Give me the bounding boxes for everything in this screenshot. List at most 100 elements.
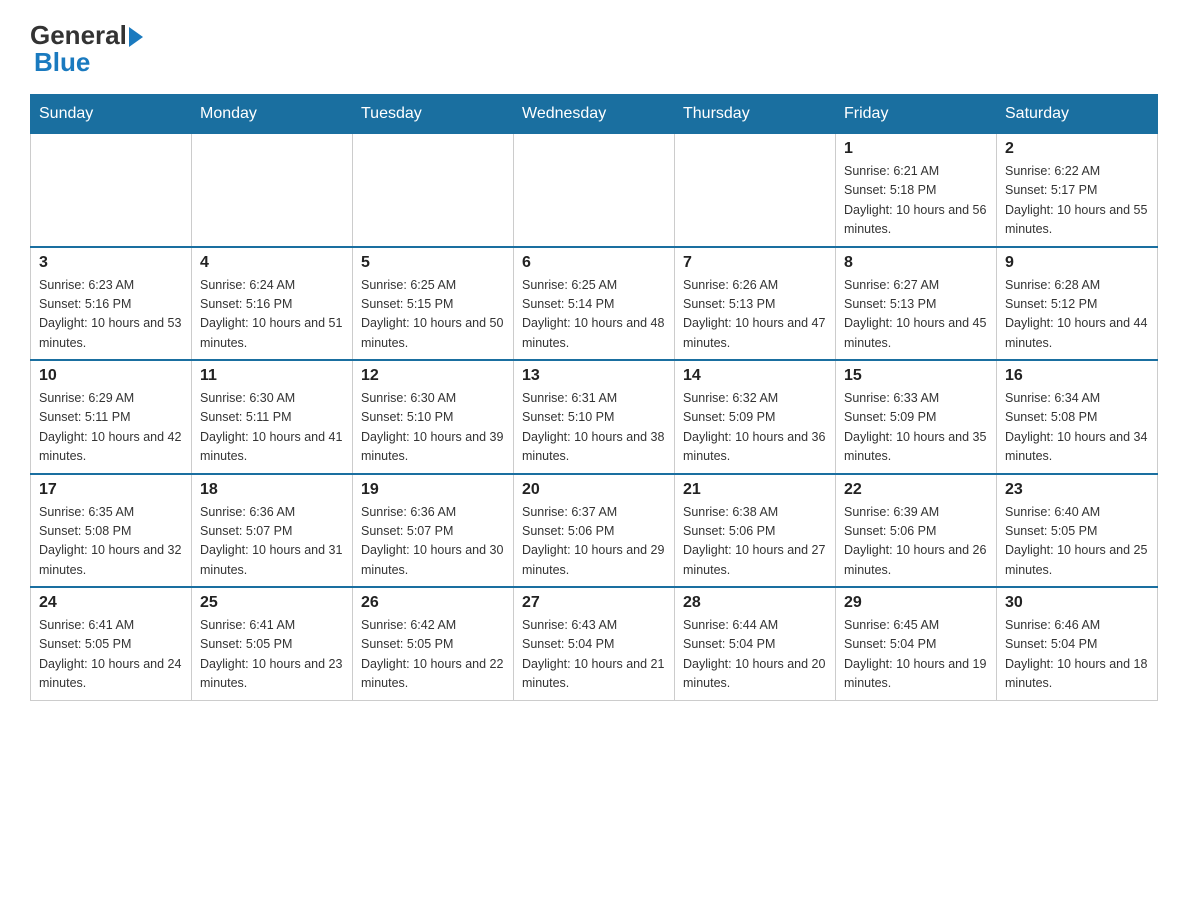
day-header-thursday: Thursday <box>675 95 836 134</box>
day-info: Sunrise: 6:41 AMSunset: 5:05 PMDaylight:… <box>200 616 344 694</box>
day-number: 17 <box>39 481 183 499</box>
day-info: Sunrise: 6:43 AMSunset: 5:04 PMDaylight:… <box>522 616 666 694</box>
calendar-cell: 29 Sunrise: 6:45 AMSunset: 5:04 PMDayligh… <box>836 587 997 700</box>
calendar-cell: 17 Sunrise: 6:35 AMSunset: 5:08 PMDayligh… <box>31 474 192 588</box>
day-info: Sunrise: 6:28 AMSunset: 5:12 PMDaylight:… <box>1005 276 1149 354</box>
day-number: 30 <box>1005 594 1149 612</box>
day-header-saturday: Saturday <box>997 95 1158 134</box>
day-header-friday: Friday <box>836 95 997 134</box>
day-info: Sunrise: 6:25 AMSunset: 5:14 PMDaylight:… <box>522 276 666 354</box>
day-info: Sunrise: 6:25 AMSunset: 5:15 PMDaylight:… <box>361 276 505 354</box>
day-info: Sunrise: 6:27 AMSunset: 5:13 PMDaylight:… <box>844 276 988 354</box>
calendar-cell: 13 Sunrise: 6:31 AMSunset: 5:10 PMDayligh… <box>514 360 675 474</box>
calendar-cell <box>31 134 192 247</box>
day-number: 4 <box>200 254 344 272</box>
day-number: 28 <box>683 594 827 612</box>
calendar-cell: 8Sunrise: 6:27 AMSunset: 5:13 PMDaylight… <box>836 247 997 361</box>
day-number: 12 <box>361 367 505 385</box>
day-info: Sunrise: 6:22 AMSunset: 5:17 PMDaylight:… <box>1005 162 1149 240</box>
day-number: 21 <box>683 481 827 499</box>
day-info: Sunrise: 6:33 AMSunset: 5:09 PMDaylight:… <box>844 389 988 467</box>
day-number: 3 <box>39 254 183 272</box>
day-info: Sunrise: 6:32 AMSunset: 5:09 PMDaylight:… <box>683 389 827 467</box>
day-number: 7 <box>683 254 827 272</box>
calendar-cell <box>353 134 514 247</box>
day-info: Sunrise: 6:46 AMSunset: 5:04 PMDaylight:… <box>1005 616 1149 694</box>
calendar-cell: 11Sunrise: 6:30 AMSunset: 5:11 PMDayligh… <box>192 360 353 474</box>
calendar-cell: 2 Sunrise: 6:22 AMSunset: 5:17 PMDaylight… <box>997 134 1158 247</box>
week-row-1: 1 Sunrise: 6:21 AMSunset: 5:18 PMDaylight… <box>31 134 1158 247</box>
day-info: Sunrise: 6:38 AMSunset: 5:06 PMDaylight:… <box>683 503 827 581</box>
calendar-cell: 3 Sunrise: 6:23 AMSunset: 5:16 PMDaylight… <box>31 247 192 361</box>
calendar-cell: 27 Sunrise: 6:43 AMSunset: 5:04 PMDayligh… <box>514 587 675 700</box>
calendar-cell: 30 Sunrise: 6:46 AMSunset: 5:04 PMDayligh… <box>997 587 1158 700</box>
calendar-cell: 10 Sunrise: 6:29 AMSunset: 5:11 PMDayligh… <box>31 360 192 474</box>
day-number: 9 <box>1005 254 1149 272</box>
calendar-cell: 23 Sunrise: 6:40 AMSunset: 5:05 PMDayligh… <box>997 474 1158 588</box>
day-info: Sunrise: 6:23 AMSunset: 5:16 PMDaylight:… <box>39 276 183 354</box>
day-number: 15 <box>844 367 988 385</box>
day-number: 20 <box>522 481 666 499</box>
calendar-cell: 9 Sunrise: 6:28 AMSunset: 5:12 PMDaylight… <box>997 247 1158 361</box>
logo-arrow-icon <box>129 27 143 47</box>
calendar-cell: 5Sunrise: 6:25 AMSunset: 5:15 PMDaylight… <box>353 247 514 361</box>
day-number: 16 <box>1005 367 1149 385</box>
calendar-cell: 12Sunrise: 6:30 AMSunset: 5:10 PMDayligh… <box>353 360 514 474</box>
day-header-wednesday: Wednesday <box>514 95 675 134</box>
calendar-cell: 28 Sunrise: 6:44 AMSunset: 5:04 PMDayligh… <box>675 587 836 700</box>
day-number: 19 <box>361 481 505 499</box>
week-row-5: 24Sunrise: 6:41 AMSunset: 5:05 PMDayligh… <box>31 587 1158 700</box>
day-number: 2 <box>1005 140 1149 158</box>
calendar-cell: 26 Sunrise: 6:42 AMSunset: 5:05 PMDayligh… <box>353 587 514 700</box>
calendar-cell: 22Sunrise: 6:39 AMSunset: 5:06 PMDayligh… <box>836 474 997 588</box>
day-number: 23 <box>1005 481 1149 499</box>
day-info: Sunrise: 6:42 AMSunset: 5:05 PMDaylight:… <box>361 616 505 694</box>
calendar-cell: 19 Sunrise: 6:36 AMSunset: 5:07 PMDayligh… <box>353 474 514 588</box>
day-number: 26 <box>361 594 505 612</box>
day-info: Sunrise: 6:36 AMSunset: 5:07 PMDaylight:… <box>200 503 344 581</box>
calendar-table: SundayMondayTuesdayWednesdayThursdayFrid… <box>30 94 1158 701</box>
day-info: Sunrise: 6:35 AMSunset: 5:08 PMDaylight:… <box>39 503 183 581</box>
day-info: Sunrise: 6:44 AMSunset: 5:04 PMDaylight:… <box>683 616 827 694</box>
day-number: 27 <box>522 594 666 612</box>
day-info: Sunrise: 6:24 AMSunset: 5:16 PMDaylight:… <box>200 276 344 354</box>
day-info: Sunrise: 6:30 AMSunset: 5:11 PMDaylight:… <box>200 389 344 467</box>
day-info: Sunrise: 6:41 AMSunset: 5:05 PMDaylight:… <box>39 616 183 694</box>
day-info: Sunrise: 6:45 AMSunset: 5:04 PMDaylight:… <box>844 616 988 694</box>
calendar-cell: 18 Sunrise: 6:36 AMSunset: 5:07 PMDayligh… <box>192 474 353 588</box>
day-number: 18 <box>200 481 344 499</box>
day-info: Sunrise: 6:36 AMSunset: 5:07 PMDaylight:… <box>361 503 505 581</box>
calendar-cell: 24Sunrise: 6:41 AMSunset: 5:05 PMDayligh… <box>31 587 192 700</box>
calendar-cell: 7 Sunrise: 6:26 AMSunset: 5:13 PMDaylight… <box>675 247 836 361</box>
day-header-monday: Monday <box>192 95 353 134</box>
day-header-tuesday: Tuesday <box>353 95 514 134</box>
day-number: 1 <box>844 140 988 158</box>
day-number: 29 <box>844 594 988 612</box>
calendar-cell: 20 Sunrise: 6:37 AMSunset: 5:06 PMDayligh… <box>514 474 675 588</box>
day-headers-row: SundayMondayTuesdayWednesdayThursdayFrid… <box>31 95 1158 134</box>
day-info: Sunrise: 6:26 AMSunset: 5:13 PMDaylight:… <box>683 276 827 354</box>
week-row-2: 3 Sunrise: 6:23 AMSunset: 5:16 PMDaylight… <box>31 247 1158 361</box>
calendar-cell: 6 Sunrise: 6:25 AMSunset: 5:14 PMDaylight… <box>514 247 675 361</box>
day-info: Sunrise: 6:31 AMSunset: 5:10 PMDaylight:… <box>522 389 666 467</box>
day-number: 22 <box>844 481 988 499</box>
calendar-cell: 15 Sunrise: 6:33 AMSunset: 5:09 PMDayligh… <box>836 360 997 474</box>
day-info: Sunrise: 6:21 AMSunset: 5:18 PMDaylight:… <box>844 162 988 240</box>
logo-blue-text: Blue <box>30 47 90 78</box>
logo: General Blue <box>30 20 143 78</box>
header: General Blue <box>30 20 1158 78</box>
day-header-sunday: Sunday <box>31 95 192 134</box>
day-info: Sunrise: 6:29 AMSunset: 5:11 PMDaylight:… <box>39 389 183 467</box>
calendar-cell: 21 Sunrise: 6:38 AMSunset: 5:06 PMDayligh… <box>675 474 836 588</box>
calendar-cell: 14Sunrise: 6:32 AMSunset: 5:09 PMDayligh… <box>675 360 836 474</box>
week-row-4: 17 Sunrise: 6:35 AMSunset: 5:08 PMDayligh… <box>31 474 1158 588</box>
day-number: 25 <box>200 594 344 612</box>
day-number: 6 <box>522 254 666 272</box>
calendar-cell: 4 Sunrise: 6:24 AMSunset: 5:16 PMDaylight… <box>192 247 353 361</box>
day-info: Sunrise: 6:40 AMSunset: 5:05 PMDaylight:… <box>1005 503 1149 581</box>
calendar-cell <box>192 134 353 247</box>
day-number: 10 <box>39 367 183 385</box>
day-number: 13 <box>522 367 666 385</box>
day-info: Sunrise: 6:37 AMSunset: 5:06 PMDaylight:… <box>522 503 666 581</box>
calendar-cell: 16Sunrise: 6:34 AMSunset: 5:08 PMDayligh… <box>997 360 1158 474</box>
